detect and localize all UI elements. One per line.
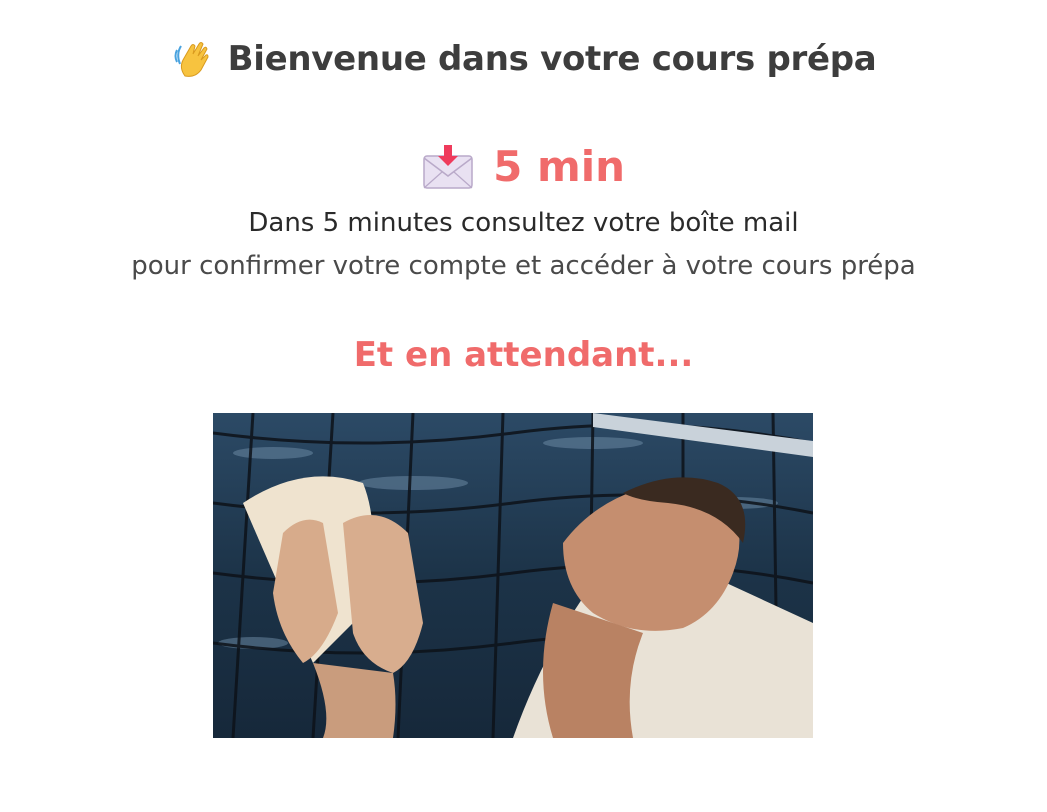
- page-title: Bienvenue dans votre cours prépa: [227, 39, 877, 79]
- instruction-line-1: Dans 5 minutes consultez votre boîte mai…: [248, 208, 799, 238]
- welcome-header: Bienvenue dans votre cours prépa: [0, 38, 1047, 80]
- wait-time: 5 min: [493, 142, 625, 191]
- waiting-heading: Et en attendant...: [353, 335, 694, 375]
- waving-hand-icon: [171, 38, 213, 80]
- incoming-envelope-icon: [422, 144, 474, 190]
- instruction-line-2: pour confirmer votre compte et accéder à…: [131, 251, 916, 281]
- waiting-gif: [213, 413, 813, 738]
- timer-row: 5 min: [0, 142, 1047, 191]
- confirmation-page: Bienvenue dans votre cours prépa 5 min D…: [0, 0, 1047, 812]
